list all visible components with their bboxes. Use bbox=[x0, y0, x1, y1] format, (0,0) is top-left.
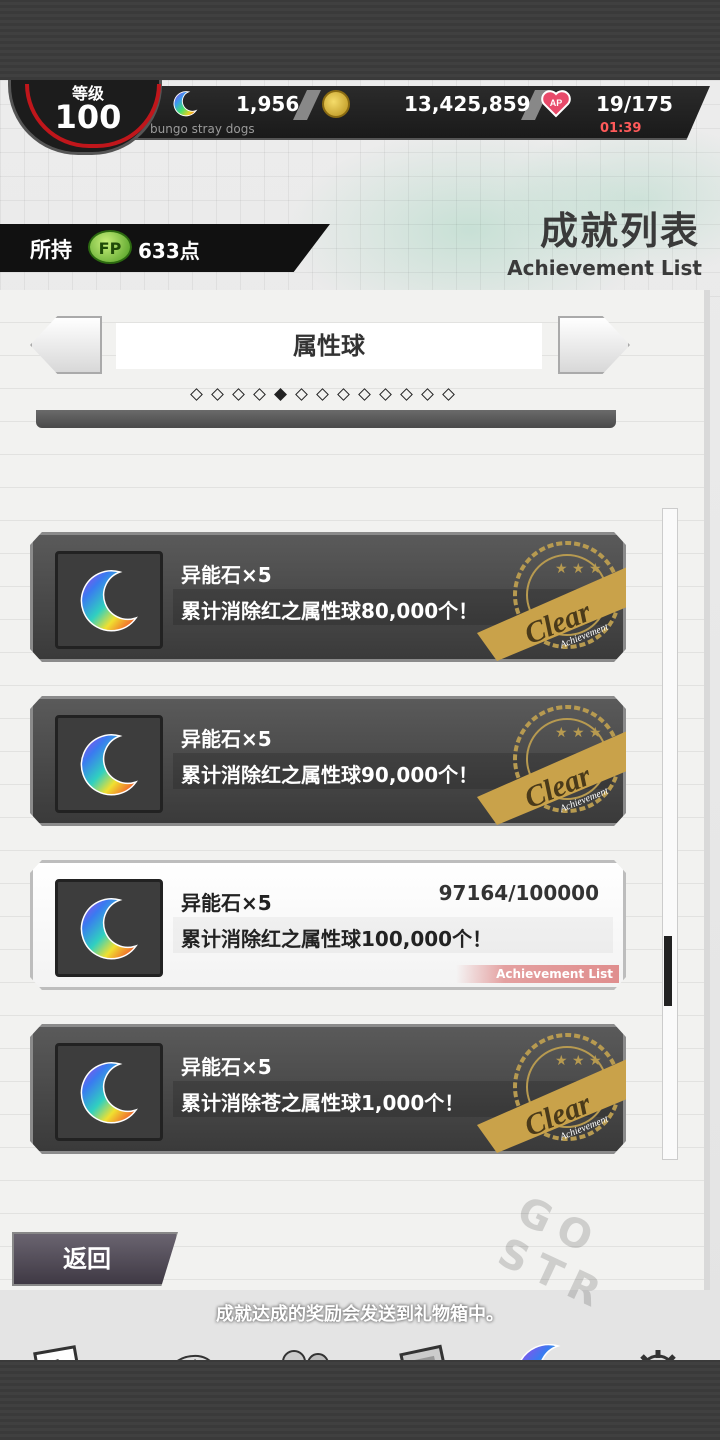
book-icon bbox=[399, 1344, 453, 1360]
game-screen: 等级 100 1,956 13,425,859 AP 19/175 bungo … bbox=[0, 80, 720, 1360]
scrollbar-track[interactable] bbox=[662, 508, 678, 1160]
page-dot[interactable] bbox=[358, 388, 371, 401]
page-dot[interactable] bbox=[442, 388, 455, 401]
page-dot[interactable] bbox=[253, 388, 266, 401]
achievement-desc: 累计消除红之属性球90,000个！ bbox=[181, 763, 479, 787]
fp-icon: FP bbox=[88, 230, 132, 264]
achievement-desc: 累计消除苍之属性球1,000个！ bbox=[181, 1091, 465, 1115]
reward-label: 异能石×5 bbox=[181, 1055, 272, 1079]
page-dot[interactable] bbox=[211, 388, 224, 401]
svg-text:★ ★ ★: ★ ★ ★ bbox=[555, 725, 602, 741]
nav-item-tiger[interactable]: 探索 bbox=[126, 1342, 236, 1360]
reward-label: 异能石×5 bbox=[181, 727, 272, 751]
bungo-logo-icon: 文豪 bbox=[33, 1345, 83, 1360]
footer-note: 成就达成的奖励会发送到礼物箱中。 bbox=[216, 1304, 504, 1325]
characters-icon bbox=[282, 1350, 329, 1360]
reward-icon-box bbox=[55, 1043, 163, 1141]
achievement-card[interactable]: 异能石×5 累计消除苍之属性球1,000个！ ★ ★ ★ Clear Achieveme… bbox=[30, 1024, 626, 1154]
page-indicator bbox=[186, 384, 459, 403]
reward-icon-box bbox=[55, 879, 163, 977]
page-dot[interactable] bbox=[316, 388, 329, 401]
svg-text:★ ★ ★: ★ ★ ★ bbox=[555, 561, 602, 577]
clear-stamp-icon: ★ ★ ★ClearAchievement bbox=[477, 705, 626, 825]
page-subtitle: Achievement List bbox=[507, 256, 702, 280]
gem-crescent-icon bbox=[80, 1062, 138, 1124]
nav-item-bungo-logo[interactable]: 文豪首页 bbox=[6, 1342, 116, 1360]
list-edge bbox=[36, 410, 616, 428]
page-dot[interactable] bbox=[400, 388, 413, 401]
tiger-icon bbox=[177, 1354, 211, 1360]
achievement-desc: 累计消除红之属性球100,000个！ bbox=[181, 927, 493, 951]
app-subtitle: bungo stray dogs bbox=[150, 122, 255, 136]
page-dot[interactable] bbox=[190, 388, 203, 401]
page-dot[interactable] bbox=[295, 388, 308, 401]
ap-count: 19/175 bbox=[596, 92, 673, 116]
reward-icon-box bbox=[55, 715, 163, 813]
coin-count: 13,425,859 bbox=[404, 92, 531, 116]
category-title: 属性球 bbox=[116, 323, 542, 369]
svg-text:AP: AP bbox=[550, 98, 563, 108]
back-button[interactable]: 返回 bbox=[12, 1232, 178, 1286]
achievement-tag: Achievement List bbox=[456, 965, 619, 983]
reward-label: 异能石×5 bbox=[181, 563, 272, 587]
nav-item-book[interactable]: 扭蛋 bbox=[366, 1342, 476, 1360]
achievement-card[interactable]: 异能石×5 累计消除红之属性球100,000个！ 97164/100000 Achie… bbox=[30, 860, 626, 990]
gem-crescent-icon bbox=[80, 898, 138, 960]
gem-crescent-icon bbox=[173, 91, 198, 117]
scrollbar-thumb[interactable] bbox=[664, 936, 672, 1006]
gem-count: 1,956 bbox=[236, 92, 300, 116]
page-title: 成就列表 bbox=[539, 209, 700, 253]
achievement-card[interactable]: 异能石×5 累计消除红之属性球80,000个！ ★ ★ ★ Clear Achievem… bbox=[30, 532, 626, 662]
nav-item-gear[interactable]: 菜单 bbox=[606, 1342, 716, 1360]
crescent-gem-icon bbox=[520, 1344, 561, 1360]
clear-stamp-icon: ★ ★ ★ClearAchievement bbox=[477, 541, 626, 661]
bottom-nav: 文豪首页探索角色扭蛋商店菜单 bbox=[0, 1342, 720, 1360]
gem-crescent-icon bbox=[80, 570, 138, 632]
nav-item-characters[interactable]: 角色 bbox=[246, 1342, 356, 1360]
fp-label: 所持 bbox=[30, 238, 72, 262]
page-dot[interactable] bbox=[232, 388, 245, 401]
reward-label: 异能石×5 bbox=[181, 891, 272, 915]
fp-value: 633点 bbox=[138, 239, 200, 263]
svg-text:★ ★ ★: ★ ★ ★ bbox=[555, 1053, 602, 1069]
ap-heart-icon: AP bbox=[541, 90, 571, 118]
page-dot[interactable] bbox=[379, 388, 392, 401]
top-frame bbox=[0, 0, 720, 80]
gear-icon bbox=[640, 1350, 676, 1360]
page-dot[interactable] bbox=[274, 388, 287, 401]
nav-item-crescent-gem[interactable]: 商店 bbox=[486, 1342, 596, 1360]
reward-icon-box bbox=[55, 551, 163, 649]
bottom-frame bbox=[0, 1360, 720, 1440]
achievement-desc: 累计消除红之属性球80,000个！ bbox=[181, 599, 479, 623]
page-dot[interactable] bbox=[421, 388, 434, 401]
level-value: 100 bbox=[54, 98, 122, 136]
page-dot[interactable] bbox=[337, 388, 350, 401]
gem-crescent-icon bbox=[80, 734, 138, 796]
achievement-card[interactable]: 异能石×5 累计消除红之属性球90,000个！ ★ ★ ★ Clear Achievem… bbox=[30, 696, 626, 826]
clear-stamp-icon: ★ ★ ★ClearAchievement bbox=[477, 1033, 626, 1153]
progress-count: 97164/100000 bbox=[438, 881, 599, 905]
ap-timer: 01:39 bbox=[600, 121, 642, 136]
coin-icon bbox=[322, 90, 350, 118]
